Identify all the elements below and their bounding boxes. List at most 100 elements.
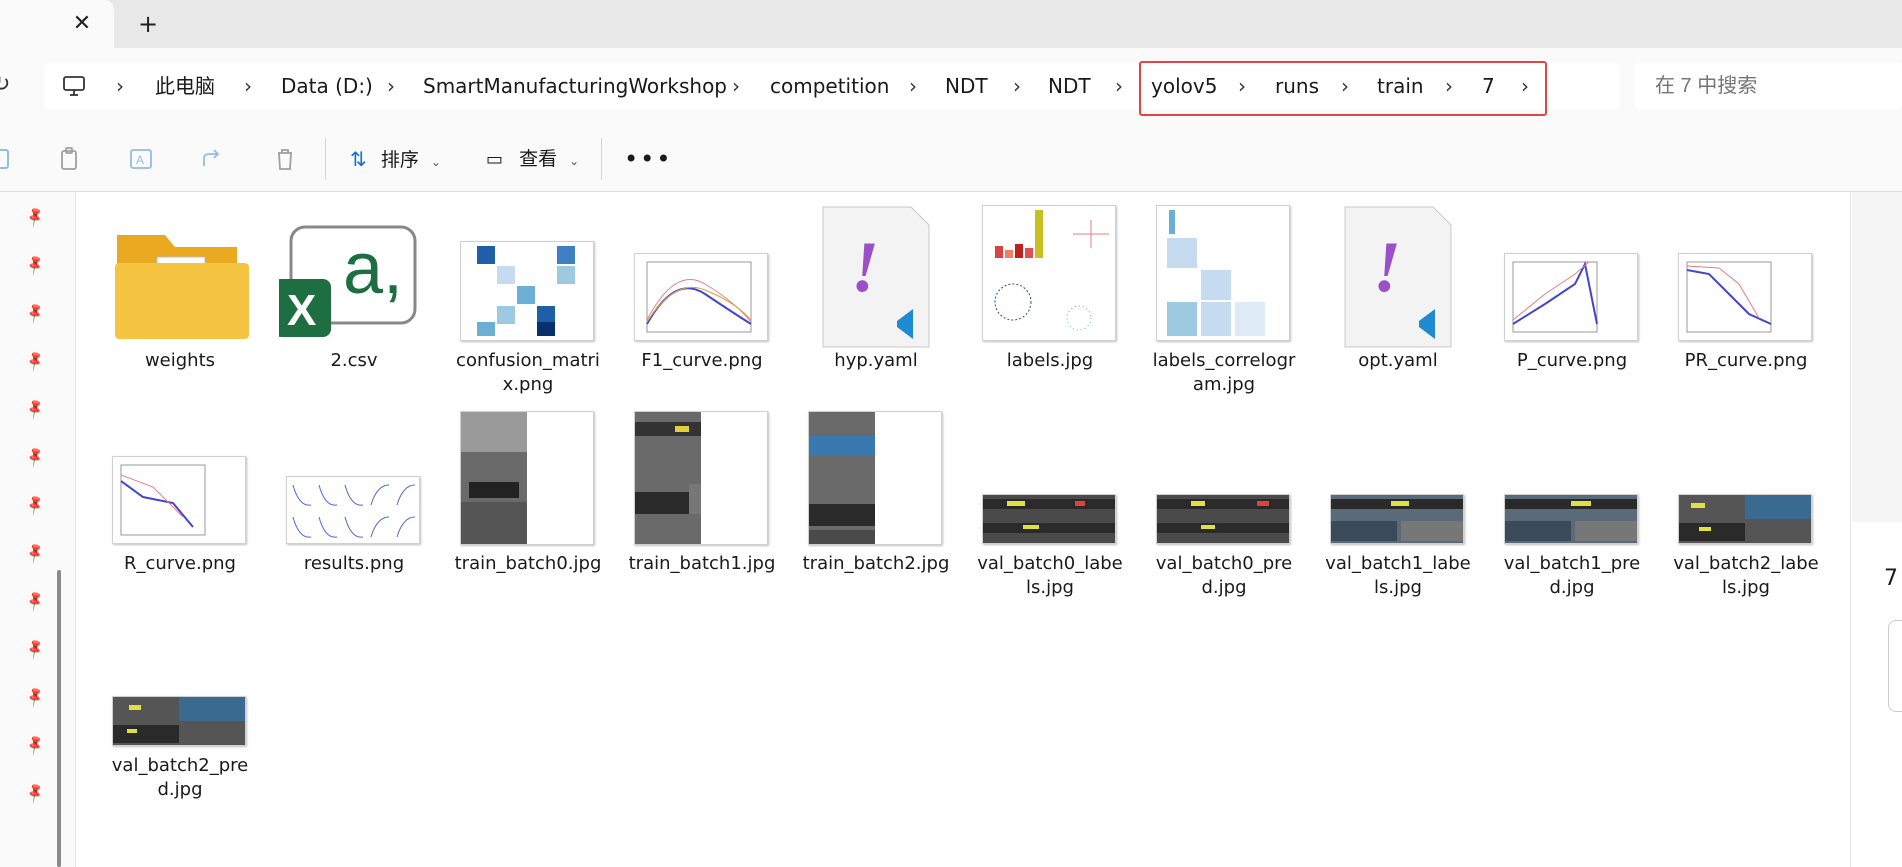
file-item-pr-curve[interactable]: PR_curve.png (1671, 205, 1821, 405)
file-name: val_batch0_pred.jpg (1155, 553, 1293, 598)
file-item-p-curve[interactable]: P_curve.png (1497, 205, 1647, 405)
file-item-labels[interactable]: labels.jpg (975, 205, 1125, 405)
search-box[interactable] (1635, 62, 1902, 110)
toolbar-divider (325, 138, 326, 180)
file-name: opt.yaml (1358, 350, 1438, 371)
sidebar-scrollbar[interactable] (57, 570, 61, 867)
file-item-2-csv[interactable]: a, X 2.csv (279, 205, 429, 405)
image-thumbnail (112, 456, 246, 544)
image-thumbnail (460, 411, 594, 545)
chevron-right-icon[interactable]: › (241, 73, 255, 99)
image-thumbnail (982, 494, 1116, 544)
breadcrumb-item-pc[interactable]: 此电脑 (155, 73, 215, 99)
view-label: 查看 (519, 148, 558, 170)
image-thumbnail (634, 411, 768, 545)
image-thumbnail (1504, 494, 1638, 544)
computer-icon[interactable] (62, 73, 86, 99)
chevron-right-icon[interactable]: › (1112, 73, 1126, 99)
tab-bar (0, 0, 1902, 48)
chevron-down-icon: ⌄ (569, 154, 580, 168)
sort-button[interactable]: ⇅ 排序 ⌄ (350, 144, 441, 174)
file-item-val-batch2-labels[interactable]: val_batch2_labels.jpg (1671, 410, 1821, 600)
image-thumbnail (1678, 253, 1812, 341)
chevron-right-icon[interactable]: › (906, 73, 920, 99)
file-item-val-batch1-labels[interactable]: val_batch1_labels.jpg (1323, 410, 1473, 600)
breadcrumb-item-ndt-2[interactable]: NDT (1048, 73, 1091, 99)
svg-text:a,: a, (343, 229, 403, 309)
file-item-train-batch0[interactable]: train_batch0.jpg (453, 410, 603, 600)
excel-icon: a, X (279, 225, 417, 337)
file-item-r-curve[interactable]: R_curve.png (105, 410, 255, 600)
item-count: 7 (1884, 566, 1898, 591)
file-item-val-batch0-labels[interactable]: val_batch0_labels.jpg (975, 410, 1125, 600)
breadcrumb-item-smartmanufacturing[interactable]: SmartManufacturingWorkshop (423, 73, 727, 99)
close-icon[interactable]: ✕ (70, 12, 94, 36)
file-item-train-batch2[interactable]: train_batch2.jpg (801, 410, 951, 600)
plus-icon[interactable]: + (136, 12, 160, 36)
file-name: P_curve.png (1516, 350, 1628, 371)
view-icon: ▭ (486, 149, 504, 170)
file-name: train_batch1.jpg (628, 553, 776, 574)
details-pane-header (1852, 192, 1902, 522)
file-name: val_batch1_labels.jpg (1325, 553, 1471, 598)
chevron-right-icon[interactable]: › (384, 73, 398, 99)
image-thumbnail (982, 205, 1116, 341)
file-item-val-batch0-pred[interactable]: val_batch0_pred.jpg (1149, 410, 1299, 600)
chevron-right-icon[interactable]: › (1010, 73, 1024, 99)
svg-text:A: A (136, 153, 144, 167)
image-thumbnail (1330, 494, 1464, 544)
chevron-down-icon: ⌄ (430, 155, 441, 169)
image-thumbnail (1678, 494, 1812, 544)
file-item-hyp-yaml[interactable]: ! hyp.yaml (801, 205, 951, 405)
navigation-pane (0, 192, 76, 867)
breadcrumb-item-drive[interactable]: Data (D:) (281, 73, 373, 99)
image-thumbnail (808, 411, 942, 545)
breadcrumb-highlight-box (1139, 61, 1547, 116)
file-item-val-batch2-pred[interactable]: val_batch2_pred.jpg (105, 610, 255, 810)
file-name: 2.csv (330, 350, 378, 371)
file-name: F1_curve.png (641, 350, 763, 371)
file-name: R_curve.png (124, 553, 236, 574)
file-name: confusion_matrix.png (456, 350, 600, 395)
folder-icon (115, 235, 249, 339)
rename-icon[interactable]: A (128, 146, 154, 172)
file-item-labels-correlogram[interactable]: labels_correlogram.jpg (1149, 205, 1299, 405)
file-name: train_batch0.jpg (454, 553, 602, 574)
search-input[interactable] (1655, 72, 1895, 100)
refresh-icon[interactable]: ↻ (0, 72, 10, 97)
breadcrumb-item-ndt-1[interactable]: NDT (945, 73, 988, 99)
cut-icon[interactable] (0, 146, 16, 172)
file-item-train-batch1[interactable]: train_batch1.jpg (627, 410, 777, 600)
breadcrumb-item-competition[interactable]: competition (770, 73, 889, 99)
file-item-f1-curve[interactable]: F1_curve.png (627, 205, 777, 405)
share-icon[interactable] (200, 146, 226, 172)
view-button[interactable]: ▭ 查看 ⌄ (486, 144, 579, 174)
image-thumbnail (460, 241, 594, 341)
file-item-val-batch1-pred[interactable]: val_batch1_pred.jpg (1497, 410, 1647, 600)
chevron-right-icon[interactable]: › (729, 73, 743, 99)
file-name: val_batch1_pred.jpg (1503, 553, 1641, 598)
file-name: weights (144, 350, 216, 371)
paste-icon[interactable] (57, 146, 83, 172)
file-item-opt-yaml[interactable]: ! opt.yaml (1323, 205, 1473, 405)
delete-icon[interactable] (272, 146, 298, 172)
file-item-results[interactable]: results.png (279, 410, 429, 600)
toolbar-divider (601, 138, 602, 180)
chevron-right-icon[interactable]: › (113, 73, 127, 99)
svg-text:!: ! (851, 227, 879, 307)
image-thumbnail (1156, 205, 1290, 341)
file-name: val_batch2_pred.jpg (111, 755, 249, 800)
file-name: labels_correlogram.jpg (1152, 350, 1296, 395)
more-options-button[interactable]: ••• (624, 146, 672, 172)
sort-icon: ⇅ (350, 147, 367, 171)
details-pane-box[interactable] (1888, 620, 1902, 712)
vscode-file-icon: ! (1344, 206, 1452, 348)
file-item-weights[interactable]: weights (105, 205, 255, 405)
sort-label: 排序 (380, 149, 419, 171)
active-tab[interactable] (0, 0, 114, 48)
image-thumbnail (286, 476, 420, 544)
file-item-confusion-matrix[interactable]: confusion_matrix.png (453, 205, 603, 405)
svg-text:X: X (287, 286, 316, 335)
svg-text:!: ! (1373, 227, 1401, 307)
image-thumbnail (1156, 494, 1290, 544)
